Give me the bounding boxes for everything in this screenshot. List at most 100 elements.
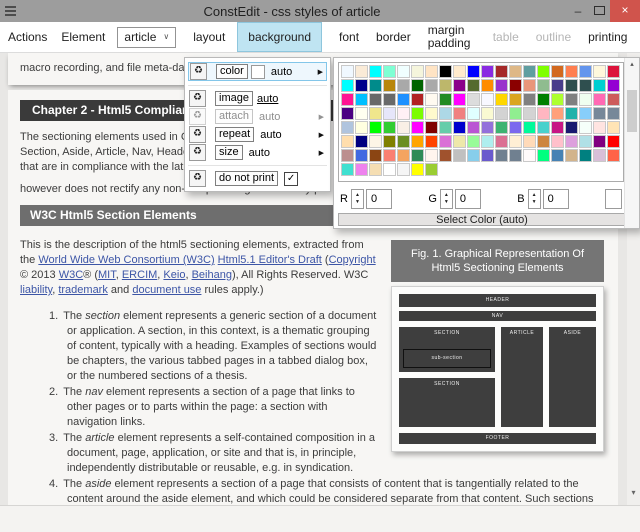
color-swatch-blueviolet[interactable] xyxy=(481,65,494,78)
popup-scrollbar[interactable]: ▴ xyxy=(624,58,639,228)
color-swatch-lightskyblue[interactable] xyxy=(579,107,592,120)
color-swatch-chocolate[interactable] xyxy=(551,65,564,78)
color-swatch-lightgoldenrodyellow[interactable] xyxy=(481,107,494,120)
color-swatch-lemonchiffon[interactable] xyxy=(425,107,438,120)
color-swatch-lavenderblush[interactable] xyxy=(397,107,410,120)
color-swatch-orange[interactable] xyxy=(411,135,424,148)
color-swatch-olivedrab[interactable] xyxy=(397,135,410,148)
color-swatch-mistyrose[interactable] xyxy=(593,121,606,134)
color-swatch-rosybrown[interactable] xyxy=(341,149,354,162)
color-swatch-saddlebrown[interactable] xyxy=(369,149,382,162)
color-swatch-indigo[interactable] xyxy=(341,107,354,120)
color-swatch-floralwhite[interactable] xyxy=(425,93,438,106)
color-swatch-aqua[interactable] xyxy=(369,65,382,78)
color-swatch-olive[interactable] xyxy=(383,135,396,148)
color-swatch-deepskyblue[interactable] xyxy=(355,93,368,106)
color-swatch-aquamarine[interactable] xyxy=(383,65,396,78)
scroll-down-icon[interactable]: ▾ xyxy=(627,488,640,497)
app-menu-icon[interactable] xyxy=(5,6,16,16)
color-swatch-salmon[interactable] xyxy=(383,149,396,162)
color-swatch-darkviolet[interactable] xyxy=(607,79,620,92)
color-swatch-forestgreen[interactable] xyxy=(439,93,452,106)
color-swatch-indianred[interactable] xyxy=(607,93,620,106)
color-swatch-springgreen[interactable] xyxy=(537,149,550,162)
color-swatch-lightgreen[interactable] xyxy=(509,107,522,120)
color-swatch-green[interactable] xyxy=(537,93,550,106)
color-swatch-mediumvioletred[interactable] xyxy=(551,121,564,134)
image-button[interactable]: image xyxy=(215,91,253,106)
reset-icon[interactable]: ♻ xyxy=(189,170,206,187)
color-swatch-lightslategrey[interactable] xyxy=(607,107,620,120)
color-swatch-dodgerblue[interactable] xyxy=(397,93,410,106)
color-swatch-blanchedalmond[interactable] xyxy=(453,65,466,78)
color-swatch-darkkhaki[interactable] xyxy=(439,79,452,92)
spinner-up-icon[interactable]: ▲ xyxy=(444,192,449,199)
do-not-print-button[interactable]: do not print xyxy=(215,171,279,186)
color-swatch-lightgray[interactable] xyxy=(495,107,508,120)
do-not-print-checkbox[interactable]: ✓ xyxy=(284,171,299,186)
color-swatch-lightpink[interactable] xyxy=(537,107,550,120)
color-swatch-coral[interactable] xyxy=(565,65,578,78)
scrollbar-thumb[interactable] xyxy=(627,90,637,132)
color-swatch-thistle[interactable] xyxy=(593,149,606,162)
tab-border[interactable]: border xyxy=(376,30,411,44)
scroll-up-icon[interactable]: ▴ xyxy=(625,60,639,68)
tab-font[interactable]: font xyxy=(339,30,359,44)
color-swatch-cyan[interactable] xyxy=(341,79,354,92)
tab-printing[interactable]: printing xyxy=(588,30,627,44)
color-swatch-crimson[interactable] xyxy=(607,65,620,78)
color-swatch-darkgoldenrod[interactable] xyxy=(383,79,396,92)
spinner-down-icon[interactable]: ▼ xyxy=(355,199,360,206)
color-swatch-gainsboro[interactable] xyxy=(467,93,480,106)
color-swatch-beige[interactable] xyxy=(411,65,424,78)
color-swatch-wheat[interactable] xyxy=(369,163,382,176)
color-swatch-darkblue[interactable] xyxy=(355,79,368,92)
color-swatch-mediumseagreen[interactable] xyxy=(495,121,508,134)
tab-margin-padding[interactable]: margin padding xyxy=(428,24,476,50)
color-swatch-lightseagreen[interactable] xyxy=(565,107,578,120)
menu-row-color[interactable]: ♻ color auto ▶ xyxy=(188,62,327,81)
color-swatch-black[interactable] xyxy=(439,65,452,78)
color-swatch-lightblue[interactable] xyxy=(439,107,452,120)
color-swatch-antiquewhite[interactable] xyxy=(355,65,368,78)
image-value-link[interactable]: auto xyxy=(257,93,278,105)
red-value-field[interactable]: 0 xyxy=(365,189,392,209)
doc-link[interactable]: trademark xyxy=(58,284,108,296)
color-swatch-palegoldenrod[interactable] xyxy=(453,135,466,148)
doc-link[interactable]: World Wide Web Consortium (W3C) xyxy=(38,254,214,266)
color-swatch-red[interactable] xyxy=(607,135,620,148)
color-swatch-tomato[interactable] xyxy=(607,149,620,162)
color-swatch-mediumspringgreen[interactable] xyxy=(523,121,536,134)
color-swatch-lavender[interactable] xyxy=(383,107,396,120)
color-swatch-palevioletred[interactable] xyxy=(495,135,508,148)
color-swatch-fuchsia[interactable] xyxy=(453,93,466,106)
tab-layout[interactable]: layout xyxy=(193,30,225,44)
color-swatch-chartreuse[interactable] xyxy=(537,65,550,78)
doc-link[interactable]: liability xyxy=(20,284,52,296)
doc-link[interactable]: MIT xyxy=(98,269,116,281)
color-swatch-ghostwhite[interactable] xyxy=(481,93,494,106)
blue-stepper[interactable]: ▲ ▼ xyxy=(527,189,541,209)
color-swatch-azure[interactable] xyxy=(397,65,410,78)
color-swatch-teal[interactable] xyxy=(579,149,592,162)
color-swatch-white[interactable] xyxy=(383,163,396,176)
color-swatch-lightgrey[interactable] xyxy=(523,107,536,120)
color-swatch-limegreen[interactable] xyxy=(383,121,396,134)
color-swatch-royalblue[interactable] xyxy=(355,149,368,162)
close-button[interactable]: × xyxy=(610,0,640,22)
color-swatch-lightsteelblue[interactable] xyxy=(341,121,354,134)
color-swatch-firebrick[interactable] xyxy=(411,93,424,106)
color-swatch-burlywood[interactable] xyxy=(509,65,522,78)
color-swatch-oldlace[interactable] xyxy=(369,135,382,148)
color-swatch-linen[interactable] xyxy=(397,121,410,134)
color-button[interactable]: color xyxy=(216,64,248,79)
color-swatch-darkgreen[interactable] xyxy=(411,79,424,92)
color-swatch-silver[interactable] xyxy=(453,149,466,162)
color-swatch-papayawhip[interactable] xyxy=(509,135,522,148)
reset-icon[interactable]: ♻ xyxy=(190,63,207,80)
color-swatch-peru[interactable] xyxy=(537,135,550,148)
color-swatch-navajowhite[interactable] xyxy=(341,135,354,148)
reset-icon[interactable]: ♻ xyxy=(189,144,206,161)
color-swatch-darkslateblue[interactable] xyxy=(551,79,564,92)
menu-row-repeat[interactable]: ♻ repeat auto ▶ xyxy=(188,126,327,143)
